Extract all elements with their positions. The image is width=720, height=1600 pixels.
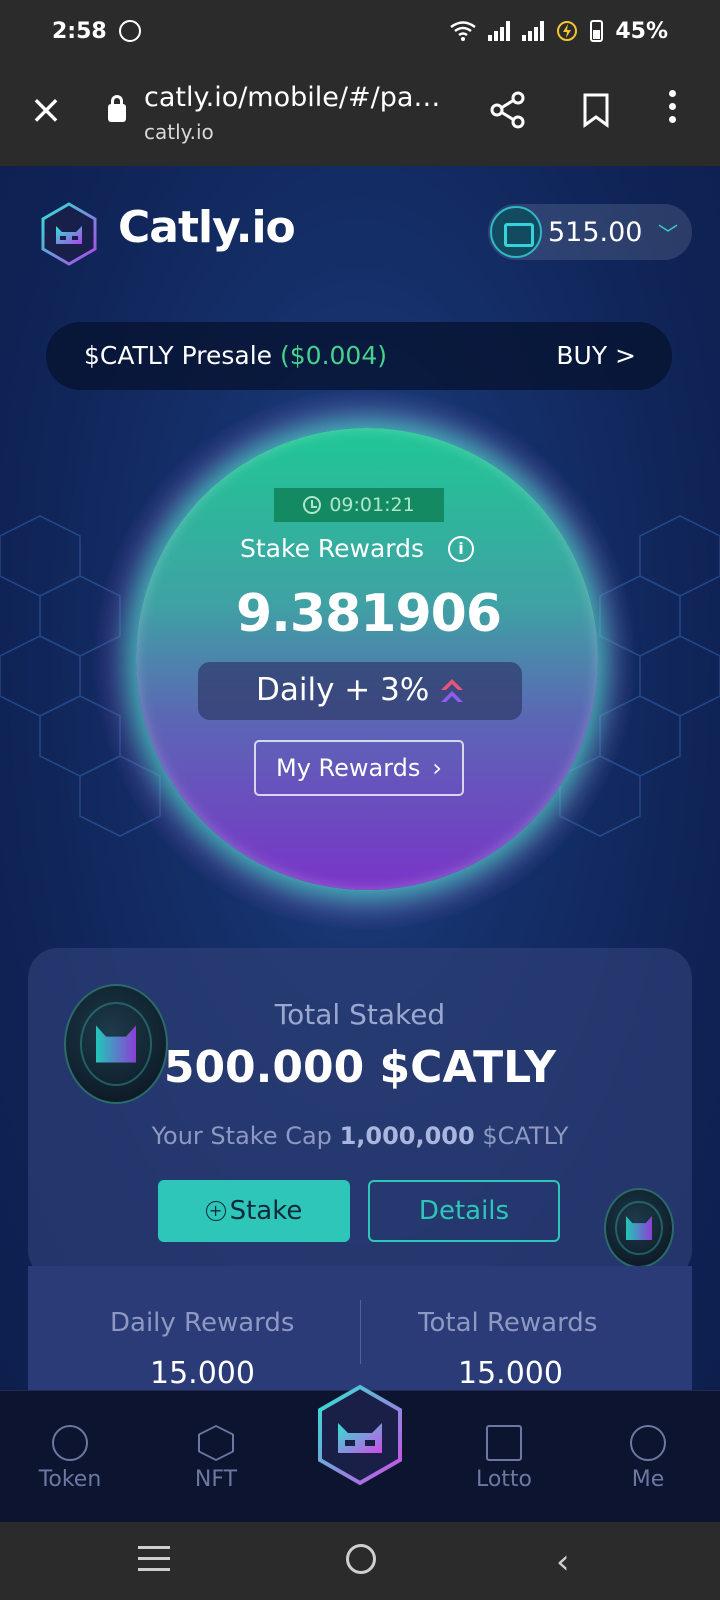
chevron-down-icon: ﹀	[658, 222, 678, 246]
wallet-balance-button[interactable]: 515.00 ﹀	[488, 204, 692, 260]
daily-rewards-label: Daily Rewards	[110, 1308, 295, 1338]
back-icon[interactable]: ‹	[556, 1542, 570, 1582]
battery-saver-icon	[557, 21, 578, 41]
rewards-stats: Daily Rewards 15.000 Total Rewards 15.00…	[28, 1266, 692, 1390]
info-icon[interactable]: i	[448, 536, 474, 562]
daily-rewards-value: 15.000	[150, 1356, 255, 1390]
stake-button[interactable]: + Stake	[158, 1180, 350, 1242]
daily-rate-badge: Daily + 3%	[198, 662, 522, 720]
chevron-right-icon: ›	[432, 754, 443, 782]
browser-toolbar: × catly.io/mobile/#/pa… catly.io	[0, 62, 720, 166]
share-icon[interactable]	[488, 90, 528, 130]
nav-token[interactable]: Token	[20, 1425, 120, 1492]
system-nav-bar: ‹	[0, 1522, 720, 1600]
stats-divider	[360, 1300, 361, 1364]
presale-banner[interactable]: $CATLY Presale ($0.004) BUY >	[46, 322, 672, 390]
stake-cap-value: 1,000,000	[339, 1122, 475, 1150]
double-arrow-up-icon	[441, 679, 463, 702]
token-icon	[52, 1425, 88, 1461]
plus-circle-icon: +	[205, 1201, 226, 1221]
more-options-icon[interactable]	[664, 90, 680, 130]
lotto-icon	[486, 1425, 522, 1461]
wifi-icon	[450, 21, 477, 41]
battery-percent: 45%	[615, 18, 668, 44]
total-staked-label: Total Staked	[274, 998, 446, 1031]
nft-icon	[198, 1425, 234, 1461]
stake-rewards-label: Stake Rewards	[240, 534, 425, 563]
signal-icon	[488, 21, 511, 41]
total-rewards-value: 15.000	[458, 1356, 563, 1390]
home-icon[interactable]	[346, 1544, 376, 1574]
wallet-balance: 515.00	[548, 217, 643, 248]
nav-catly-home-icon[interactable]	[314, 1383, 406, 1487]
presale-label: $CATLY Presale ($0.004)	[84, 341, 387, 370]
presale-price: ($0.004)	[280, 341, 387, 370]
url-host: catly.io	[144, 120, 214, 144]
battery-icon	[590, 20, 604, 42]
buy-link[interactable]: BUY >	[556, 341, 636, 370]
app-content: Catly.io 515.00 ﹀ $CATLY Presale ($0.004…	[0, 166, 720, 1390]
signal-icon-2	[522, 21, 545, 41]
clock-icon	[303, 496, 322, 514]
rewards-timer: 09:01:21	[274, 488, 444, 522]
nav-me[interactable]: Me	[598, 1425, 698, 1492]
wallet-icon	[490, 206, 542, 258]
catly-logo-icon	[41, 202, 97, 266]
whatsapp-icon	[118, 20, 141, 42]
close-icon[interactable]: ×	[28, 90, 64, 130]
stake-cap: Your Stake Cap 1,000,000 $CATLY	[151, 1122, 569, 1150]
bottom-nav: Token NFT Lotto Me	[0, 1384, 720, 1522]
total-staked-value: 500.000 $CATLY	[163, 1042, 557, 1093]
stake-rewards-value: 9.381906	[236, 584, 502, 644]
daily-rate: Daily + 3%	[256, 672, 430, 708]
recent-apps-icon[interactable]	[138, 1546, 170, 1576]
status-time: 2:58	[52, 18, 107, 44]
lock-icon	[108, 95, 126, 122]
status-bar: 2:58 45%	[0, 0, 720, 62]
total-rewards-label: Total Rewards	[418, 1308, 598, 1338]
bookmark-icon[interactable]	[582, 92, 610, 128]
my-rewards-button[interactable]: My Rewards ›	[254, 740, 464, 796]
nav-nft[interactable]: NFT	[166, 1425, 266, 1492]
catly-coin-small-icon	[604, 1188, 674, 1268]
url-text[interactable]: catly.io/mobile/#/pa…	[144, 82, 440, 113]
details-button[interactable]: Details	[368, 1180, 560, 1242]
nav-lotto[interactable]: Lotto	[454, 1425, 554, 1492]
user-icon	[630, 1425, 666, 1461]
brand-title: Catly.io	[118, 202, 296, 253]
